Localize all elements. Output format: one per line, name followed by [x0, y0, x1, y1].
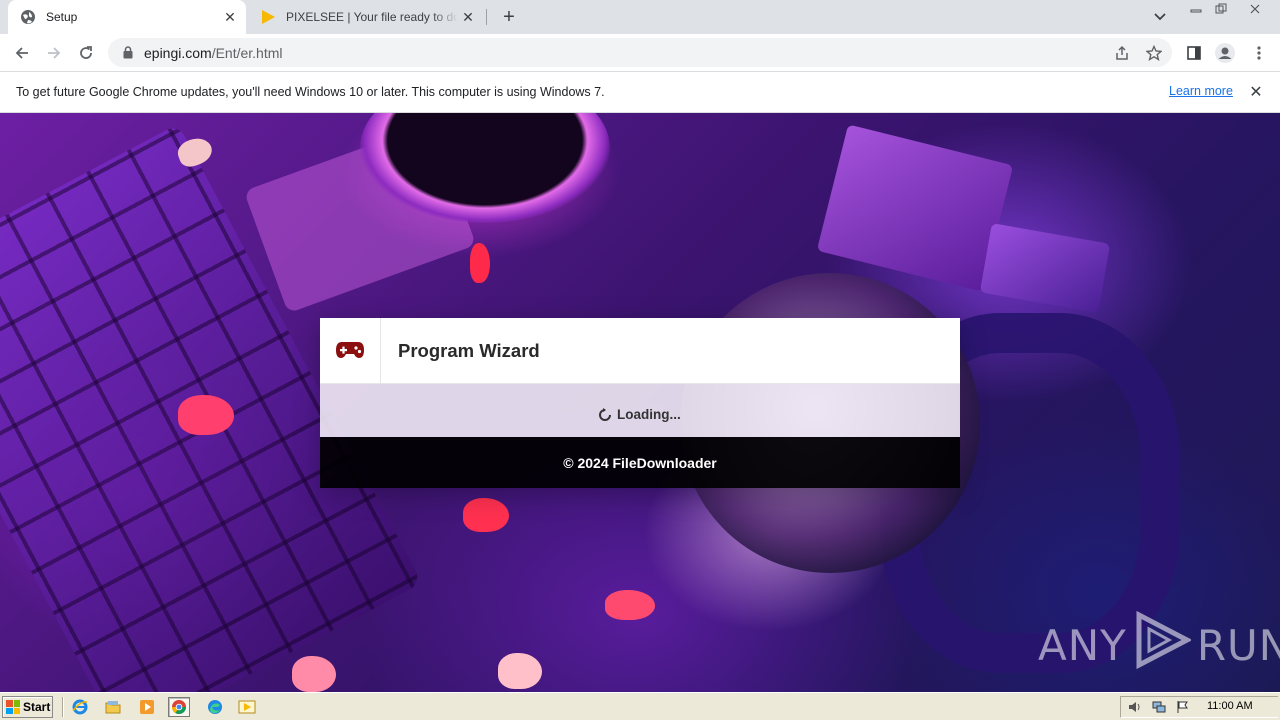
background-rock-image	[463, 498, 509, 532]
background-plate-image	[979, 223, 1111, 313]
file-explorer-icon[interactable]	[102, 697, 124, 717]
side-panel-icon[interactable]	[1180, 39, 1208, 67]
action-center-flag-icon[interactable]	[1173, 699, 1193, 715]
tab-title: Setup	[46, 10, 78, 24]
edge-taskbar-icon[interactable]	[204, 697, 226, 717]
volume-icon[interactable]	[1125, 699, 1145, 715]
tab-close-icon[interactable]: ✕	[220, 7, 240, 27]
window-restore-button[interactable]	[1208, 0, 1234, 18]
tab-setup[interactable]: Setup ✕	[8, 0, 246, 34]
gamepad-icon	[335, 341, 365, 362]
play-logo-icon	[1133, 610, 1193, 679]
tab-separator	[486, 9, 487, 25]
share-icon[interactable]	[1113, 44, 1131, 62]
wizard-title: Program Wizard	[398, 340, 540, 361]
spinner-icon	[598, 407, 612, 422]
pixelsee-taskbar-icon[interactable]	[236, 697, 258, 717]
taskbar-clock[interactable]: 11:00 AM	[1207, 700, 1253, 712]
internet-explorer-icon[interactable]	[69, 697, 91, 717]
chrome-taskbar-icon[interactable]	[168, 697, 190, 717]
background-rock-image	[470, 243, 490, 283]
profile-avatar-icon[interactable]	[1211, 39, 1239, 67]
window-close-button[interactable]	[1240, 0, 1270, 18]
media-player-icon[interactable]	[136, 697, 158, 717]
background-rock-image	[498, 653, 542, 689]
lock-icon[interactable]	[120, 46, 136, 59]
background-rock-image	[605, 590, 655, 620]
wizard-body: Loading...	[320, 384, 960, 437]
background-rock-image	[292, 656, 336, 692]
wizard-footer: © 2024 FileDownloader	[320, 437, 960, 488]
program-wizard-panel: Program Wizard Loading... © 2024 FileDow…	[320, 318, 960, 488]
url-host: epingi.com	[144, 44, 212, 61]
start-button[interactable]: Start	[2, 696, 53, 718]
reload-icon[interactable]	[72, 39, 100, 67]
url-text: epingi.com/Ent/er.html	[144, 45, 283, 61]
learn-more-link[interactable]: Learn more	[1169, 84, 1233, 98]
watermark-left: ANY	[1038, 620, 1127, 670]
tab-pixelsee[interactable]: PIXELSEE | Your file ready to download ✕	[248, 0, 484, 34]
tab-title: PIXELSEE | Your file ready to download	[286, 10, 458, 24]
watermark-right: RUN	[1196, 620, 1280, 670]
address-bar[interactable]: epingi.com/Ent/er.html	[108, 38, 1172, 67]
background-rock-image	[178, 395, 234, 435]
loading-indicator: Loading...	[598, 407, 681, 422]
footer-copyright: © 2024 FileDownloader	[563, 454, 717, 471]
infobar-close-icon[interactable]: ✕	[1246, 82, 1266, 102]
start-label: Start	[23, 700, 51, 714]
windows-taskbar: Start 11:00 AM	[0, 692, 1280, 720]
tab-close-icon[interactable]: ✕	[458, 7, 478, 27]
url-path: /Ent/er.html	[211, 44, 283, 61]
wizard-icon-box	[320, 318, 381, 384]
update-infobar: To get future Google Chrome updates, you…	[0, 72, 1280, 113]
browser-toolbar: epingi.com/Ent/er.html	[0, 34, 1280, 72]
menu-kebab-icon[interactable]	[1245, 39, 1273, 67]
system-tray: 11:00 AM	[1120, 696, 1278, 718]
forward-arrow-icon[interactable]	[40, 39, 68, 67]
globe-icon	[20, 9, 36, 25]
window-minimize-button[interactable]	[1183, 0, 1209, 18]
anyrun-watermark: ANY RUN	[1038, 610, 1280, 679]
loading-text: Loading...	[617, 407, 681, 422]
new-tab-button[interactable]: +	[498, 6, 520, 28]
taskbar-separator	[62, 697, 64, 717]
network-icon[interactable]	[1149, 699, 1169, 715]
windows-flag-icon	[6, 700, 20, 714]
tab-search-chevron-icon[interactable]	[1150, 7, 1170, 27]
infobar-message: To get future Google Chrome updates, you…	[16, 85, 605, 99]
tab-strip: Setup ✕ PIXELSEE | Your file ready to do…	[0, 0, 1280, 34]
back-arrow-icon[interactable]	[8, 39, 36, 67]
bookmark-star-icon[interactable]	[1145, 44, 1163, 62]
wizard-header: Program Wizard	[320, 318, 960, 384]
play-triangle-icon	[260, 9, 276, 25]
